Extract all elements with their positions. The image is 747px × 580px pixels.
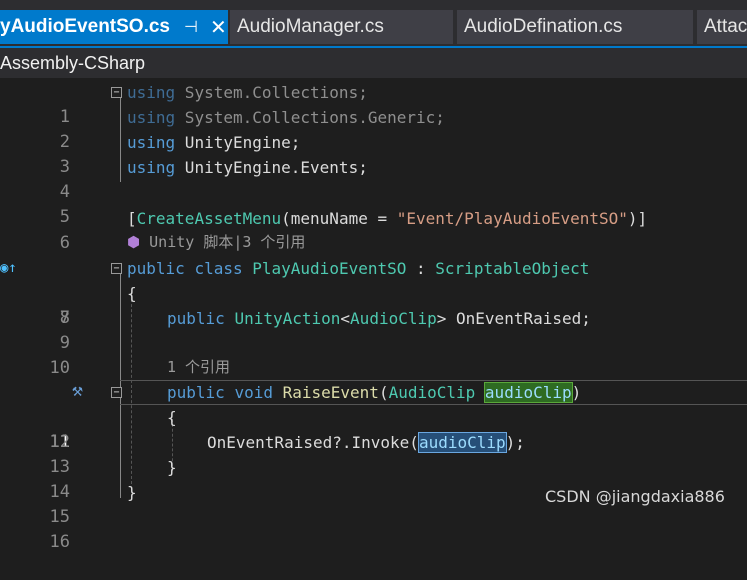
code-line[interactable]: 8 { [0, 281, 747, 328]
keyword: class [194, 259, 243, 278]
tab-audio-manager[interactable]: AudioManager.cs [230, 10, 453, 44]
code-line[interactable]: 9 public UnityAction<AudioClip> OnEventR… [0, 306, 747, 353]
tab-label: AudioDefination.cs [464, 16, 623, 37]
code-text: UnityEngine; [175, 133, 301, 152]
code-line[interactable]: 6 [CreateAssetMenu(menuName = "Event/Pla… [0, 206, 747, 253]
code-text: > [436, 309, 447, 328]
code-text: OnEventRaised?.Invoke [207, 433, 410, 452]
type-name: AudioClip [350, 309, 437, 328]
code-text: < [340, 309, 351, 328]
code-editor[interactable]: 1 − using System.Collections; 2 using Sy… [0, 80, 747, 552]
tab-attac[interactable]: Attac [697, 10, 747, 44]
keyword: void [234, 383, 273, 402]
type-name: UnityAction [234, 309, 341, 328]
watermark: CSDN @jiangdaxia886 [545, 487, 725, 506]
code-line[interactable]: 5 [0, 180, 747, 227]
code-text: ( [378, 383, 389, 402]
code-text: UnityEngine.Events; [175, 158, 368, 177]
code-line[interactable]: 14 } [0, 455, 747, 502]
code-text: OnEventRaised; [446, 309, 591, 328]
code-text: } [167, 458, 177, 477]
code-line[interactable]: ◉↑ 7 − public class PlayAudioEventSO : S… [0, 256, 747, 328]
collapse-icon[interactable]: − [111, 263, 122, 274]
codelens-text: 1 个引用 [167, 358, 231, 376]
code-line[interactable]: 12 { [0, 405, 747, 452]
code-line[interactable]: 2 using System.Collections.Generic; [0, 105, 747, 152]
bracket: )] [627, 209, 648, 228]
keyword: public [167, 309, 225, 328]
method-name: RaiseEvent [282, 383, 379, 402]
code-line[interactable]: 16 [0, 505, 747, 552]
bracket: [ [127, 209, 137, 228]
code-text: : [406, 259, 436, 278]
parameter-highlight[interactable]: audioClip [483, 382, 573, 403]
tab-label: yAudioEventSO.cs [0, 16, 170, 37]
code-line[interactable]: 3 using UnityEngine; [0, 130, 747, 177]
tab-label: Attac [704, 16, 747, 37]
argument-highlight[interactable]: audioClip [417, 432, 507, 453]
attribute-name: CreateAssetMenu [136, 209, 282, 228]
class-name: PlayAudioEventSO [252, 259, 407, 278]
code-text: } [127, 483, 137, 502]
code-line[interactable]: 13 OnEventRaised?.Invoke(audioClip); [0, 430, 747, 477]
tab-label: AudioManager.cs [237, 16, 384, 37]
code-text: ) [571, 383, 582, 402]
code-text: (menuName = [281, 209, 397, 228]
code-line[interactable]: 1 − using System.Collections; [0, 80, 747, 127]
keyword: using [127, 108, 176, 127]
tab-play-audio-event-so[interactable]: yAudioEventSO.cs ⊣ ✕ [0, 10, 228, 44]
base-class: ScriptableObject [435, 259, 590, 278]
code-text: System.Collections.Generic; [175, 108, 445, 127]
unity-cube-icon: ⬢ [127, 233, 141, 251]
collapse-icon[interactable]: − [111, 387, 122, 398]
string-literal: "Event/PlayAudioEventSO" [396, 209, 628, 228]
collapse-icon[interactable]: − [111, 87, 122, 98]
code-text: System.Collections; [175, 83, 368, 102]
keyword: using [127, 133, 176, 152]
code-line[interactable]: 10 [0, 331, 747, 378]
keyword: public [127, 259, 185, 278]
screwdriver-icon[interactable]: ⚒ [72, 378, 83, 403]
code-text: ); [505, 433, 525, 452]
keyword: using [127, 83, 176, 102]
codelens-references[interactable]: 1 个引用 [0, 355, 747, 380]
keyword: public [167, 383, 225, 402]
code-line[interactable]: 4 using UnityEngine.Events; [0, 155, 747, 202]
code-text: { [127, 284, 137, 303]
type-name: AudioClip [388, 383, 476, 402]
tab-audio-defination[interactable]: AudioDefination.cs [457, 10, 693, 44]
codelens-text: Unity 脚本|3 个引用 [149, 233, 306, 251]
line-number: 16 [49, 532, 70, 552]
project-dropdown[interactable]: Assembly-CSharp [0, 48, 747, 78]
document-tab-bar: yAudioEventSO.cs ⊣ ✕ AudioManager.cs Aud… [0, 0, 747, 48]
code-line-current[interactable]: 11 ⚒ − public void RaiseEvent(AudioClip … [0, 378, 747, 452]
project-name: Assembly-CSharp [0, 52, 146, 73]
pin-icon[interactable]: ⊣ [184, 17, 198, 37]
codelens-unity[interactable]: ⬢ Unity 脚本|3 个引用 [0, 230, 747, 255]
code-text: ( [409, 433, 419, 452]
close-icon[interactable]: ✕ [210, 15, 227, 40]
keyword: using [127, 158, 176, 177]
code-text: { [167, 408, 177, 427]
implements-icon[interactable]: ◉↑ [0, 256, 17, 281]
